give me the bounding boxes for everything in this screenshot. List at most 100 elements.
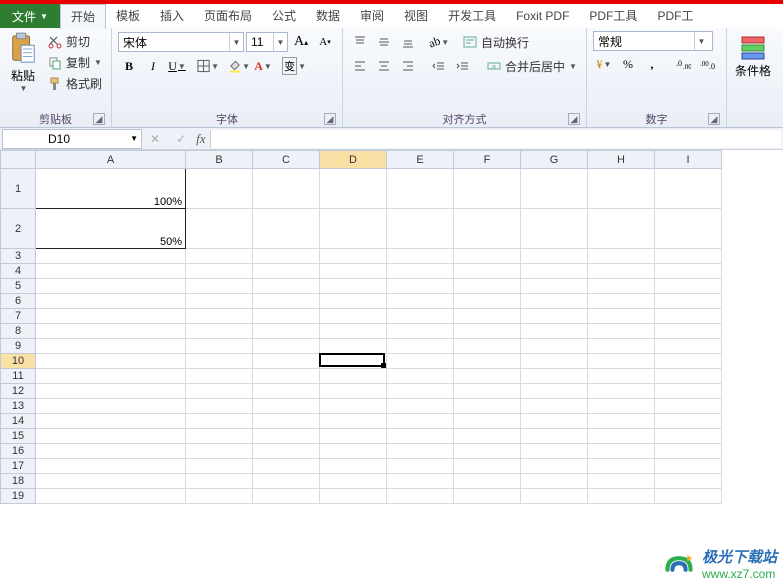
font-size-input[interactable] bbox=[247, 35, 273, 49]
cell-E6[interactable] bbox=[387, 294, 454, 309]
cell-I9[interactable] bbox=[655, 339, 722, 354]
cell-D3[interactable] bbox=[320, 249, 387, 264]
tab-审阅[interactable]: 审阅 bbox=[350, 4, 394, 28]
cell-A17[interactable] bbox=[36, 459, 186, 474]
format-painter-button[interactable]: 格式刷 bbox=[44, 74, 105, 93]
column-header-E[interactable]: E bbox=[387, 151, 454, 169]
cell-A2[interactable]: 50% bbox=[36, 209, 186, 249]
cell-C6[interactable] bbox=[253, 294, 320, 309]
currency-button[interactable]: ¥▼ bbox=[593, 53, 615, 75]
cell-G11[interactable] bbox=[521, 369, 588, 384]
cell-C18[interactable] bbox=[253, 474, 320, 489]
cell-D10[interactable] bbox=[320, 354, 387, 369]
select-all-corner[interactable] bbox=[1, 151, 36, 169]
cell-B9[interactable] bbox=[186, 339, 253, 354]
cell-A19[interactable] bbox=[36, 489, 186, 504]
cell-I8[interactable] bbox=[655, 324, 722, 339]
cell-B18[interactable] bbox=[186, 474, 253, 489]
cell-F10[interactable] bbox=[454, 354, 521, 369]
tab-数据[interactable]: 数据 bbox=[306, 4, 350, 28]
cell-F7[interactable] bbox=[454, 309, 521, 324]
cell-G18[interactable] bbox=[521, 474, 588, 489]
cell-I14[interactable] bbox=[655, 414, 722, 429]
cell-D5[interactable] bbox=[320, 279, 387, 294]
conditional-format-button[interactable]: 条件格 bbox=[731, 30, 775, 125]
cell-D8[interactable] bbox=[320, 324, 387, 339]
tab-开发工具[interactable]: 开发工具 bbox=[438, 4, 506, 28]
cell-A10[interactable] bbox=[36, 354, 186, 369]
cell-I13[interactable] bbox=[655, 399, 722, 414]
merge-center-button[interactable]: a 合并后居中 ▼ bbox=[483, 57, 580, 76]
cell-A7[interactable] bbox=[36, 309, 186, 324]
cell-D7[interactable] bbox=[320, 309, 387, 324]
increase-decimal-button[interactable]: .0.00 bbox=[672, 53, 694, 75]
cell-G10[interactable] bbox=[521, 354, 588, 369]
tab-插入[interactable]: 插入 bbox=[150, 4, 194, 28]
cell-E12[interactable] bbox=[387, 384, 454, 399]
cell-C17[interactable] bbox=[253, 459, 320, 474]
cell-G7[interactable] bbox=[521, 309, 588, 324]
cell-E7[interactable] bbox=[387, 309, 454, 324]
cell-B13[interactable] bbox=[186, 399, 253, 414]
decrease-decimal-button[interactable]: .00.0 bbox=[696, 53, 718, 75]
column-header-D[interactable]: D bbox=[320, 151, 387, 169]
cell-I15[interactable] bbox=[655, 429, 722, 444]
cell-D14[interactable] bbox=[320, 414, 387, 429]
cell-D6[interactable] bbox=[320, 294, 387, 309]
number-format-combo[interactable]: ▼ bbox=[593, 31, 713, 51]
cell-D17[interactable] bbox=[320, 459, 387, 474]
tab-开始[interactable]: 开始 bbox=[60, 4, 106, 29]
cell-I4[interactable] bbox=[655, 264, 722, 279]
cell-I19[interactable] bbox=[655, 489, 722, 504]
align-right-button[interactable] bbox=[397, 55, 419, 77]
cell-C10[interactable] bbox=[253, 354, 320, 369]
cell-A4[interactable] bbox=[36, 264, 186, 279]
cell-B2[interactable] bbox=[186, 209, 253, 249]
cell-H5[interactable] bbox=[588, 279, 655, 294]
cell-C19[interactable] bbox=[253, 489, 320, 504]
cell-D18[interactable] bbox=[320, 474, 387, 489]
cell-F19[interactable] bbox=[454, 489, 521, 504]
cell-A3[interactable] bbox=[36, 249, 186, 264]
cell-F15[interactable] bbox=[454, 429, 521, 444]
cell-E2[interactable] bbox=[387, 209, 454, 249]
name-box[interactable]: D10 ▼ bbox=[2, 129, 142, 149]
cell-C13[interactable] bbox=[253, 399, 320, 414]
cell-B14[interactable] bbox=[186, 414, 253, 429]
cell-A11[interactable] bbox=[36, 369, 186, 384]
cell-A14[interactable] bbox=[36, 414, 186, 429]
decrease-indent-button[interactable] bbox=[428, 55, 450, 77]
cell-F18[interactable] bbox=[454, 474, 521, 489]
cell-D13[interactable] bbox=[320, 399, 387, 414]
borders-button[interactable]: ▼ bbox=[197, 55, 219, 77]
row-header-6[interactable]: 6 bbox=[1, 294, 36, 309]
cell-I11[interactable] bbox=[655, 369, 722, 384]
cell-D16[interactable] bbox=[320, 444, 387, 459]
cell-C12[interactable] bbox=[253, 384, 320, 399]
cell-D12[interactable] bbox=[320, 384, 387, 399]
row-header-4[interactable]: 4 bbox=[1, 264, 36, 279]
decrease-font-button[interactable]: A▾ bbox=[314, 31, 336, 53]
cell-E18[interactable] bbox=[387, 474, 454, 489]
cell-I10[interactable] bbox=[655, 354, 722, 369]
cell-F9[interactable] bbox=[454, 339, 521, 354]
cell-E5[interactable] bbox=[387, 279, 454, 294]
tab-公式[interactable]: 公式 bbox=[262, 4, 306, 28]
cell-E11[interactable] bbox=[387, 369, 454, 384]
cell-E17[interactable] bbox=[387, 459, 454, 474]
tab-PDF工具[interactable]: PDF工具 bbox=[579, 4, 647, 28]
cell-D19[interactable] bbox=[320, 489, 387, 504]
increase-indent-button[interactable] bbox=[452, 55, 474, 77]
row-header-9[interactable]: 9 bbox=[1, 339, 36, 354]
cell-F2[interactable] bbox=[454, 209, 521, 249]
cell-A12[interactable] bbox=[36, 384, 186, 399]
row-header-10[interactable]: 10 bbox=[1, 354, 36, 369]
cell-I17[interactable] bbox=[655, 459, 722, 474]
align-center-button[interactable] bbox=[373, 55, 395, 77]
row-header-12[interactable]: 12 bbox=[1, 384, 36, 399]
align-middle-button[interactable] bbox=[373, 31, 395, 53]
cell-H17[interactable] bbox=[588, 459, 655, 474]
cell-B12[interactable] bbox=[186, 384, 253, 399]
cell-G6[interactable] bbox=[521, 294, 588, 309]
font-name-combo[interactable]: ▼ bbox=[118, 32, 244, 52]
